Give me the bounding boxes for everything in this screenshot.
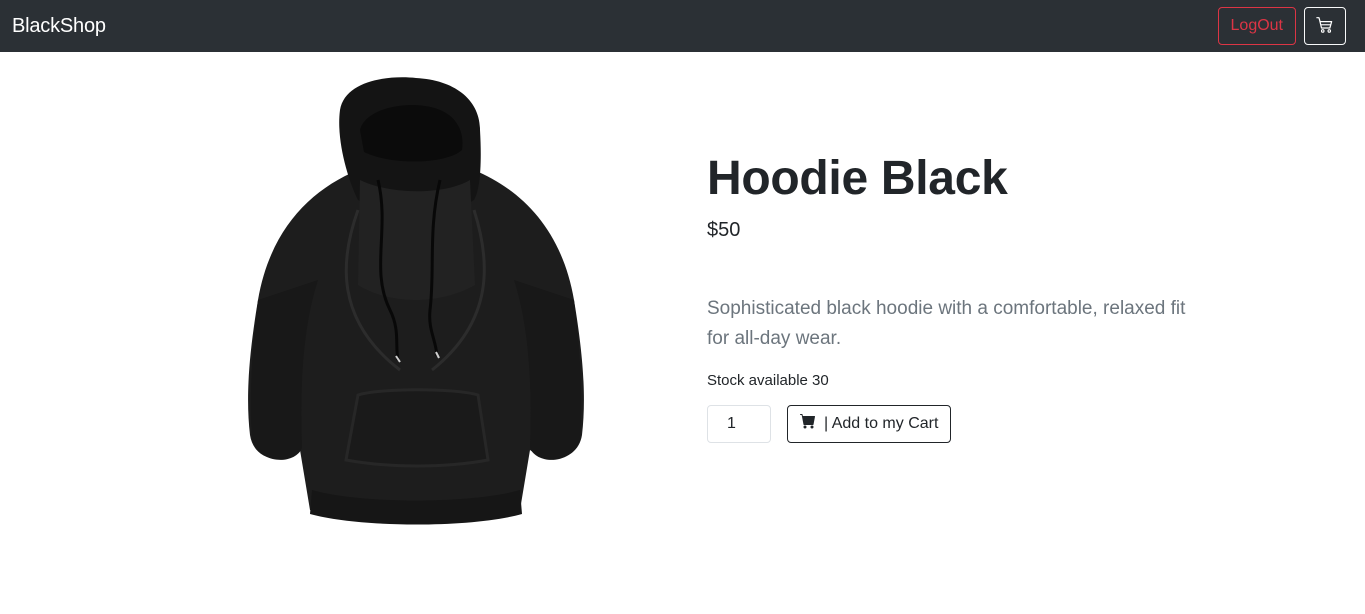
add-to-cart-label: | Add to my Cart [824, 414, 939, 432]
cart-button[interactable] [1304, 7, 1346, 45]
cart-fill-icon [800, 413, 816, 434]
product-details: Hoodie Black $50 Sophisticated black hoo… [707, 150, 1207, 443]
product-description: Sophisticated black hoodie with a comfor… [707, 297, 1186, 349]
navbar-actions: LogOut [1217, 7, 1346, 45]
purchase-actions: | Add to my Cart [707, 404, 1207, 443]
navbar: BlackShop LogOut [0, 0, 1365, 52]
stock-available: Stock available 30 [707, 371, 829, 389]
product-price: $50 [707, 218, 741, 241]
product-title: Hoodie Black [707, 152, 1008, 205]
logout-button[interactable]: LogOut [1217, 7, 1296, 45]
cart-icon [1316, 16, 1334, 37]
quantity-input[interactable] [707, 404, 771, 443]
brand-link[interactable]: BlackShop [12, 15, 106, 38]
add-to-cart-button[interactable]: | Add to my Cart [787, 404, 952, 443]
hoodie-image [240, 70, 592, 532]
